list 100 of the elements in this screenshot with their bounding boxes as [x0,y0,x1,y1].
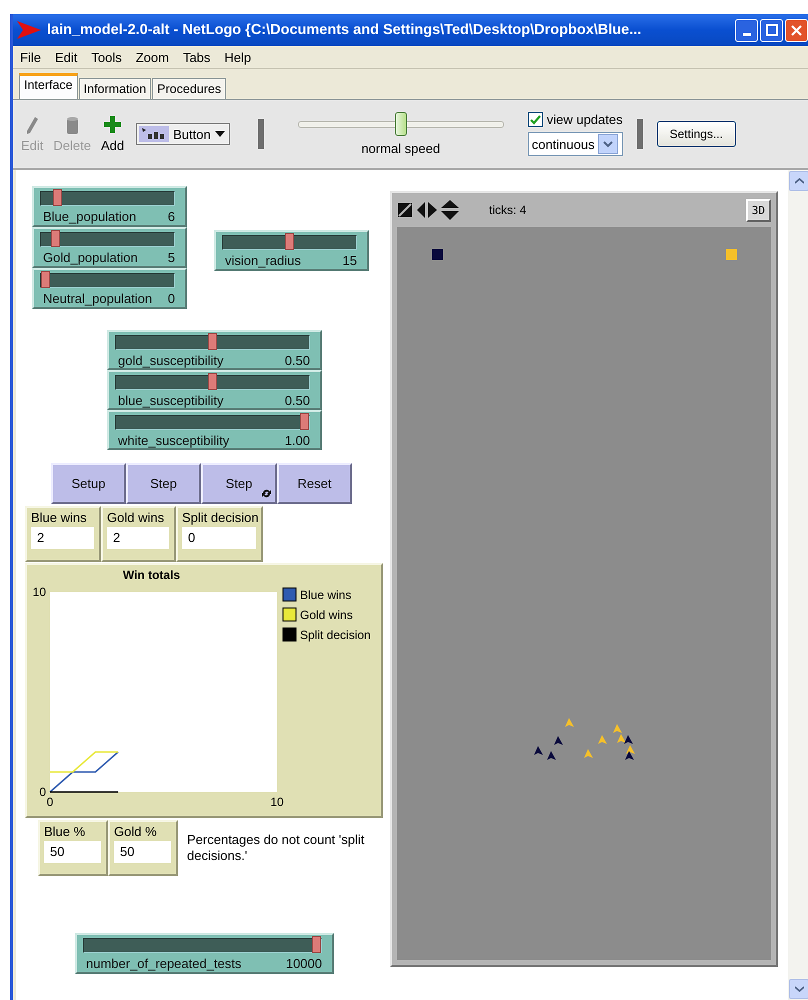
maximize-icon [766,24,778,36]
scrollbar[interactable] [788,170,808,1000]
plus-icon [103,115,122,135]
monitor-label: Gold wins [107,510,164,525]
legend-swatch [282,628,296,642]
checkbox-label: view updates [546,112,623,127]
left-right-arrows-icon[interactable] [417,202,437,218]
tab[interactable]: Information [78,78,152,99]
slider-label: Blue_population [43,209,136,224]
monitor-value: 0 [182,527,256,549]
x-tick-label: 0 [46,795,54,809]
minimize-icon [742,32,750,36]
monitor-value: 50 [44,841,101,863]
close-button[interactable] [785,18,808,42]
slider-thumb[interactable] [312,936,321,953]
checkbox[interactable] [528,112,543,127]
slider-value: 15 [342,253,357,268]
widget-type-dropdown[interactable]: Button [136,123,230,145]
slider-value: 10000 [286,956,322,971]
ticks-counter: ticks: 4 [489,203,526,217]
menu-item[interactable]: Edit [48,50,84,64]
zoom-icon[interactable] [397,202,413,218]
slider-thumb[interactable] [285,233,294,250]
scroll-down-icon[interactable] [794,986,804,992]
note-text: Percentages do not count 'split decisions.' [187,832,366,864]
patch-square [726,249,737,260]
legend-label: Blue wins [300,588,352,602]
up-down-arrows-icon[interactable] [441,200,459,220]
x-tick-label: 10 [270,795,284,809]
menu-item[interactable]: Tools [84,50,129,64]
forever-button[interactable]: Step [201,463,277,504]
arrow-icon [17,21,41,39]
forever-icon [261,488,272,499]
slider-value: 6 [168,209,175,224]
3d-button[interactable]: 3D [746,198,771,222]
legend-label: Split decision [300,628,371,642]
maximize-button[interactable] [760,18,783,42]
slider-label: blue_susceptibility [118,393,224,408]
monitor-label: Split decision [182,510,259,525]
slider-value: 0.50 [284,353,310,368]
scroll-up-icon[interactable] [794,178,804,184]
tab[interactable]: Interface [19,73,78,99]
slider-label: vision_radius [225,253,301,268]
slider-track[interactable] [40,273,175,288]
model-button[interactable]: Setup [51,463,126,504]
slider-value: 1.00 [284,433,310,448]
window-title: lain_model-2.0-alt - NetLogo {C:\Documents and Settings\Ted\Desktop\Dropbox\Blue... [47,22,642,38]
speed-slider[interactable] [298,112,504,136]
slider-value: 5 [168,250,175,265]
slider-value: 0 [168,291,175,306]
slider-track[interactable] [83,938,322,953]
slider-label: gold_susceptibility [118,353,224,368]
monitor-label: Blue wins [31,510,87,525]
slider-thumb[interactable] [300,413,309,430]
legend-swatch [282,588,296,602]
plot-title: Win totals [122,568,180,582]
slider-track[interactable] [115,335,310,350]
slider-track[interactable] [222,235,357,250]
slider-label: white_susceptibility [118,433,230,448]
tab[interactable]: Procedures [152,78,226,99]
add-button[interactable]: Add [100,115,124,153]
monitor-label: Blue % [44,824,86,839]
separator-bar [258,119,264,149]
caret-icon [214,131,225,137]
slider-track[interactable] [115,375,310,390]
menu-item[interactable]: Help [217,50,258,64]
menu-item[interactable]: Tabs [176,50,218,64]
y-tick-label: 0 [39,785,46,799]
slider-thumb[interactable] [50,230,60,247]
monitor-label: Gold % [114,824,157,839]
legend-swatch [282,608,296,622]
slider-thumb[interactable] [208,373,217,390]
monitor-value: 2 [31,527,94,549]
monitor-value: 2 [107,527,169,549]
slider-track[interactable] [40,232,175,247]
slider-thumb[interactable] [208,333,217,350]
model-button[interactable]: Reset [277,463,352,504]
legend-label: Gold wins [300,608,353,622]
slider-track[interactable] [115,415,310,430]
update-mode-dropdown[interactable]: continuous [528,132,623,156]
button-widget-icon [139,126,170,142]
menu-item[interactable]: File [13,50,48,64]
model-button[interactable]: Step [126,463,201,504]
monitor-value: 50 [114,841,171,863]
minimize-button[interactable] [735,18,758,42]
y-tick-label: 10 [32,585,46,599]
slider-thumb[interactable] [53,189,62,206]
slider-thumb[interactable] [41,271,50,288]
close-icon [791,24,802,36]
slider-label: Gold_population [43,250,138,265]
menu-item[interactable]: Zoom [128,50,176,64]
slider-label: number_of_repeated_tests [86,956,242,971]
slider-track[interactable] [40,191,175,206]
settings-button[interactable]: Settings... [656,121,736,147]
patch-square [432,249,443,260]
speed-label: normal speed [361,141,440,156]
separator-bar [636,119,643,149]
slider-label: Neutral_population [43,291,152,306]
speed-slider-thumb[interactable] [394,112,407,136]
slider-value: 0.50 [284,393,310,408]
